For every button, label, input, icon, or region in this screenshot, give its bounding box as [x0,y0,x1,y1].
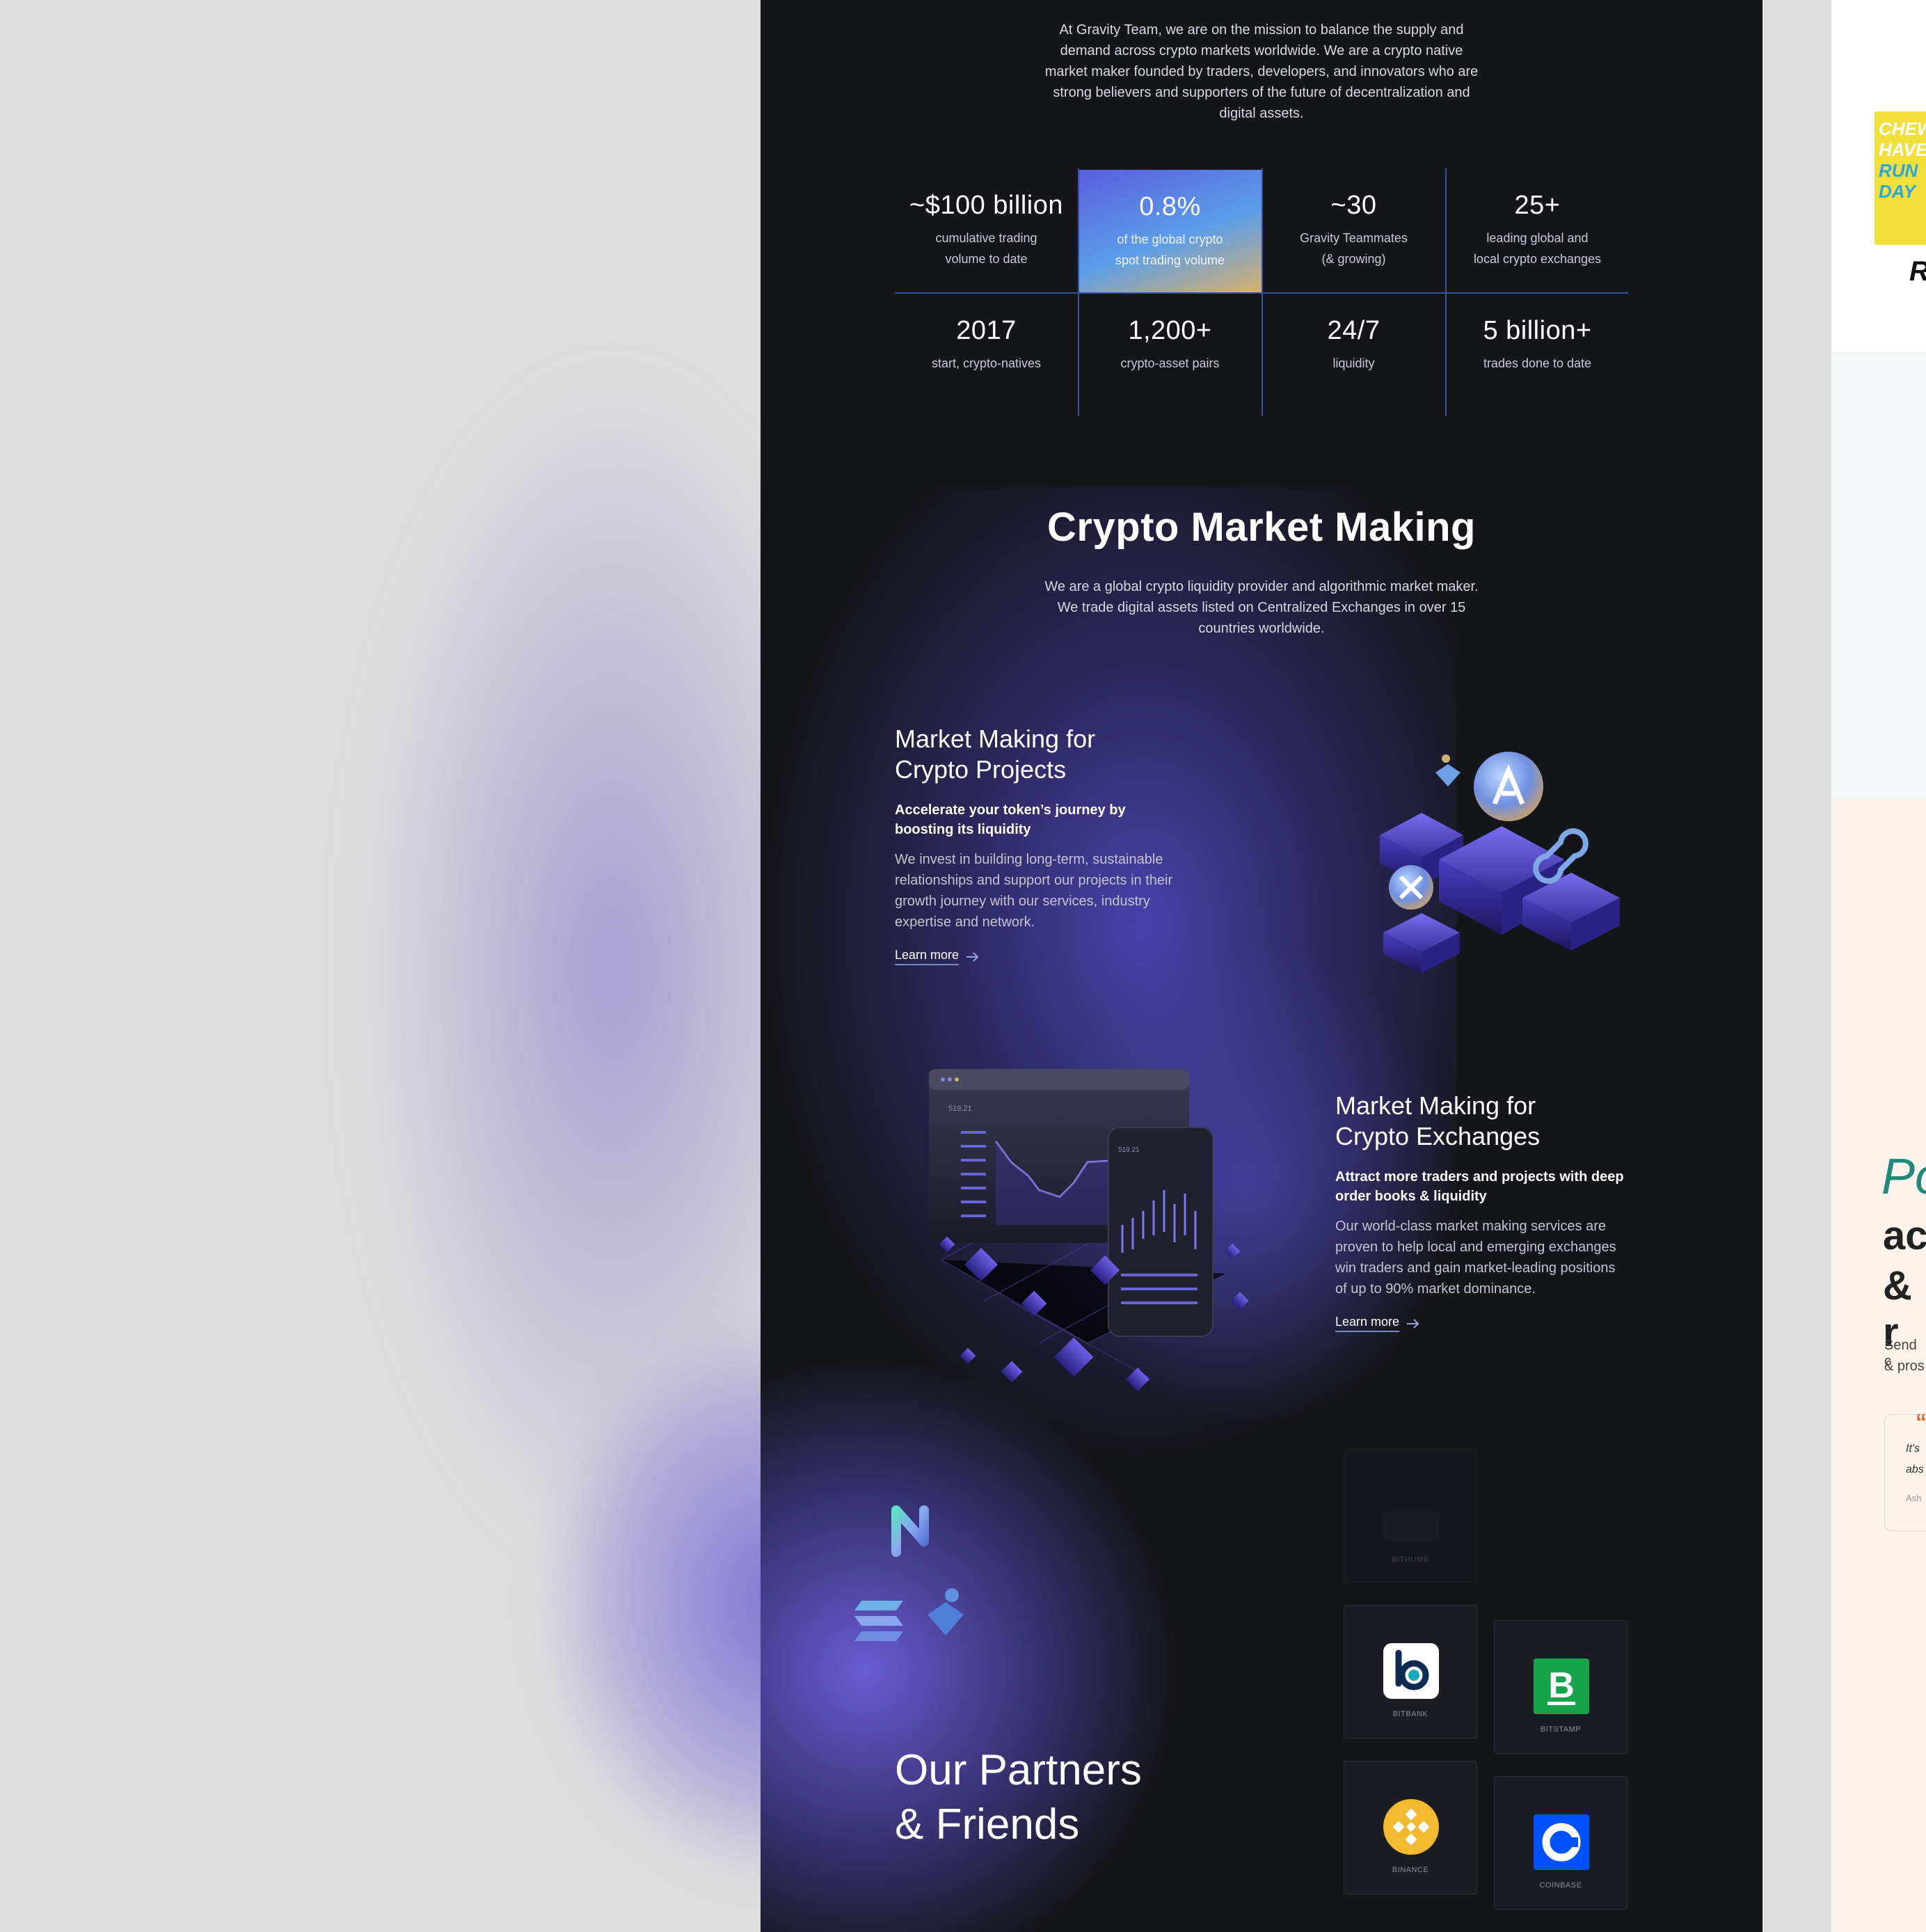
svg-text:519.21: 519.21 [1118,1146,1140,1154]
stat-trading-volume: ~$100 billion cumulative trading volume t… [895,168,1078,291]
feature-title: Market Making for Crypto Exchanges [1335,1091,1541,1150]
learn-more-link[interactable]: Learn more [895,948,980,965]
stat-label: leading global and local crypto exchanges [1473,231,1602,266]
stat-liquidity: 24/7 liquidity [1262,294,1445,416]
partner-name: BINANCE [1392,1866,1429,1874]
stats-grid: ~$100 billion cumulative trading volume t… [895,168,1628,418]
stat-asset-pairs: 1,200+ crypto-asset pairs [1079,294,1262,416]
stat-value: ~30 [1330,191,1377,220]
binance-logo [1383,1799,1439,1855]
partners-title: Our Partners & Friends [895,1746,1142,1848]
feature-body: Our world-class market making services a… [1335,1219,1616,1297]
near-icon [891,1505,929,1557]
coinbase-logo [1534,1814,1589,1870]
stat-value: 5 billion+ [1483,316,1592,345]
stat-global-share: 0.8% of the global crypto spot trading vo… [1079,170,1262,292]
stat-teammates: ~30 Gravity Teammates (& growing) [1262,168,1445,291]
feature-lead: Attract more traders and projects with d… [1335,1169,1624,1204]
feature-crypto-exchanges: Market Making for Crypto Exchanges Attrac… [1335,1091,1627,1332]
stat-trades: 5 billion+ trades done to date [1446,294,1629,416]
learn-more-link[interactable]: Learn more [1335,1315,1420,1332]
adjacent-page-preview: CHEW HAVE RUN DAY R Po ac & r Send c & p… [1831,0,1926,1932]
grid-divider [1445,168,1447,416]
bithumb-logo [1383,1512,1439,1540]
adjacent-subtext: & pros [1884,1359,1925,1374]
learn-more-label: Learn more [895,948,960,965]
feature-crypto-projects: Market Making for Crypto Projects Acceler… [895,724,1187,965]
stat-value: 25+ [1514,191,1561,220]
bitstamp-logo: B [1534,1658,1589,1714]
partner-card-bithumb[interactable]: BITHUMB [1344,1449,1477,1583]
bitbank-logo [1383,1643,1439,1699]
adjacent-heading: ac [1883,1213,1926,1258]
feature-lead: Accelerate your token’s journey by boost… [895,802,1126,837]
stat-value: ~$100 billion [909,191,1063,220]
crypto-projects-illustration [1380,752,1620,973]
stat-label: crypto-asset pairs [1120,356,1220,370]
partner-card-binance[interactable]: BINANCE [1344,1761,1477,1894]
adjacent-quote-card: “ It's abs Ash [1884,1409,1926,1531]
partner-card-bitstamp[interactable]: B BITSTAMP [1494,1620,1627,1754]
stat-value: 24/7 [1327,316,1380,345]
learn-more-label: Learn more [1335,1315,1400,1332]
stat-label: trades done to date [1483,356,1592,370]
intro-text: At Gravity Team, we are on the mission t… [1044,22,1479,121]
stat-label: start, crypto-natives [931,356,1042,370]
feature-title: Market Making for Crypto Projects [895,724,1096,784]
grid-divider [1262,168,1263,416]
stat-label: of the global crypto spot trading volume [1115,232,1225,267]
svg-text:519.21: 519.21 [948,1104,972,1113]
adjacent-page-mid [1831,351,1926,800]
stat-value: 0.8% [1139,192,1201,221]
svg-text:B: B [1548,1665,1575,1706]
stat-label: Gravity Teammates (& growing) [1300,231,1408,266]
gem [1435,764,1461,786]
gravity-team-page: At Gravity Team, we are on the mission t… [761,0,1762,1932]
arrow-right-icon [1407,1318,1419,1329]
grid-divider [1078,168,1079,416]
stat-value: 2017 [956,316,1017,345]
arrow-right-icon [966,951,979,962]
book-cover: CHEW HAVE RUN DAY [1875,111,1926,245]
solana-icon [854,1601,903,1641]
partner-name: BITBANK [1392,1710,1428,1718]
section-title: Crypto Market Making [1047,505,1476,550]
section-description: We are a global crypto liquidity provide… [1044,579,1479,636]
partner-tokens-illustration [854,1505,964,1641]
partner-card-coinbase[interactable]: COINBASE [1494,1776,1627,1910]
adjacent-script-text: Po [1881,1149,1926,1205]
mobile-phone [1108,1127,1213,1337]
stat-value: 1,200+ [1128,316,1212,345]
stat-start-year: 2017 start, crypto-natives [895,294,1078,416]
partner-card-bitbank[interactable]: BITBANK [1344,1605,1477,1739]
partner-name: COINBASE [1539,1881,1582,1890]
partner-name: BITSTAMP [1540,1725,1582,1734]
stat-label: cumulative trading volume to date [935,231,1037,266]
token-coin [1474,752,1543,821]
partner-name: BITHUMB [1392,1555,1429,1564]
crypto-exchanges-illustration: 519.21 519.21 [929,1069,1249,1391]
block-bottom-left [1383,913,1460,973]
adjacent-text: R [1909,256,1926,287]
stat-exchanges: 25+ leading global and local crypto excha… [1446,168,1629,291]
feature-body: We invest in building long-term, sustain… [895,852,1173,930]
stat-label: liquidity [1332,356,1375,370]
gem-icon [928,1588,964,1636]
